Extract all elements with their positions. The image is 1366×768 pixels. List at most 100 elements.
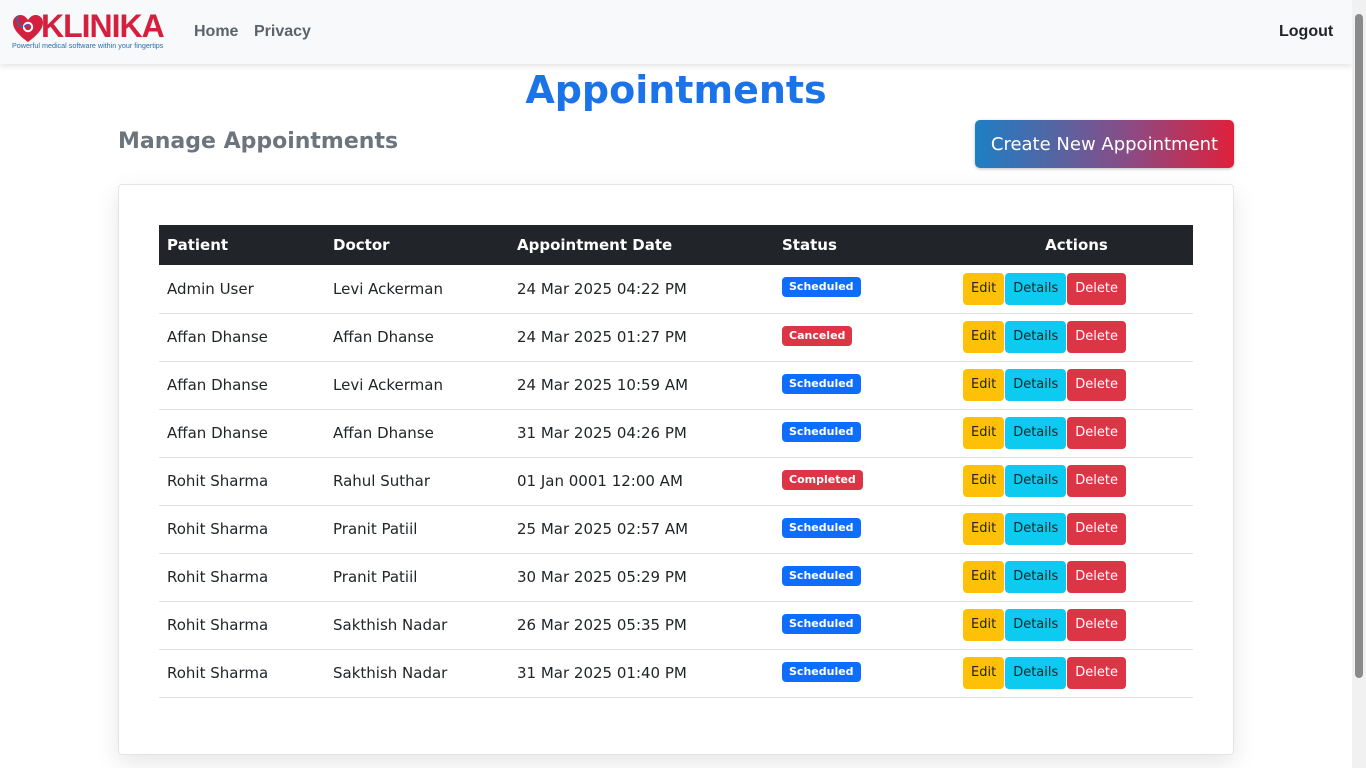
edit-button[interactable]: Edit bbox=[963, 369, 1005, 401]
cell-appointment-date: 01 Jan 0001 12:00 AM bbox=[517, 472, 683, 490]
cell-status: Scheduled bbox=[774, 409, 960, 457]
cell-doctor: Sakthish Nadar bbox=[333, 616, 448, 634]
scrollbar-thumb[interactable] bbox=[1355, 14, 1363, 678]
table-row: Rohit Sharma Pranit Patiil 25 Mar 2025 02:… bbox=[159, 505, 1193, 553]
details-button[interactable]: Details bbox=[1005, 657, 1067, 689]
page-title: Appointments bbox=[525, 68, 827, 112]
delete-button[interactable]: Delete bbox=[1067, 321, 1126, 353]
header-appointment-date: Appointment Date bbox=[517, 236, 673, 254]
cell-status: Scheduled bbox=[774, 553, 960, 601]
delete-button[interactable]: Delete bbox=[1067, 609, 1126, 641]
edit-button[interactable]: Edit bbox=[963, 272, 1005, 305]
cell-patient: Rohit Sharma bbox=[167, 568, 269, 586]
logout-link[interactable]: Logout bbox=[1279, 22, 1333, 42]
cell-actions: Edit Details Delete bbox=[960, 313, 1193, 361]
details-button[interactable]: Details bbox=[1005, 561, 1067, 593]
cell-actions: Edit Details Delete bbox=[960, 457, 1193, 505]
appointments-card: Patient Doctor Appointment Date Status A… bbox=[118, 184, 1234, 755]
brand-name: KLINIKA bbox=[41, 8, 165, 44]
delete-button[interactable]: Delete bbox=[1067, 657, 1126, 689]
appointments-table: Patient Doctor Appointment Date Status A… bbox=[159, 225, 1193, 698]
details-button[interactable]: Details bbox=[1005, 321, 1067, 353]
cell-doctor: Rahul Suthar bbox=[333, 472, 431, 490]
cell-patient: Rohit Sharma bbox=[167, 472, 269, 490]
status-badge: Scheduled bbox=[782, 373, 861, 394]
top-navbar: KLINIKA Powerful medical software within… bbox=[0, 0, 1352, 64]
details-button[interactable]: Details bbox=[1005, 369, 1067, 401]
delete-button[interactable]: Delete bbox=[1067, 369, 1126, 401]
brand-tagline: Powerful medical software within your fi… bbox=[12, 41, 164, 50]
details-button[interactable]: Details bbox=[1005, 417, 1067, 449]
cell-appointment-date: 24 Mar 2025 10:59 AM bbox=[517, 376, 689, 394]
details-button[interactable]: Details bbox=[1005, 272, 1067, 305]
edit-button[interactable]: Edit bbox=[963, 609, 1005, 641]
cell-appointment-date: 31 Mar 2025 04:26 PM bbox=[517, 424, 687, 442]
table-body: Admin User Levi Ackerman 24 Mar 2025 04:22… bbox=[159, 265, 1193, 697]
cell-appointment-date: 24 Mar 2025 04:22 PM bbox=[517, 279, 687, 298]
table-row: Rohit Sharma Rahul Suthar 01 Jan 0001 12:0… bbox=[159, 457, 1193, 505]
details-button[interactable]: Details bbox=[1005, 609, 1067, 641]
cell-patient: Rohit Sharma bbox=[167, 664, 269, 682]
table-row: Rohit Sharma Sakthish Nadar 26 Mar 2025 05… bbox=[159, 601, 1193, 649]
cell-actions: Edit Details Delete bbox=[960, 409, 1193, 457]
header-patient: Patient bbox=[167, 236, 229, 254]
edit-button[interactable]: Edit bbox=[963, 465, 1005, 497]
status-badge: Canceled bbox=[782, 325, 853, 346]
cell-actions: Edit Details Delete bbox=[960, 649, 1193, 697]
table-row: Affan Dhanse Levi Ackerman 24 Mar 2025 10:… bbox=[159, 361, 1193, 409]
edit-button[interactable]: Edit bbox=[963, 561, 1005, 593]
header-status: Status bbox=[782, 236, 837, 254]
cell-status: Scheduled bbox=[774, 649, 960, 697]
table-row: Affan Dhanse Affan Dhanse 24 Mar 2025 01:2… bbox=[159, 313, 1193, 361]
nav-link-home[interactable]: Home bbox=[194, 22, 238, 42]
header-actions: Actions bbox=[1045, 236, 1108, 254]
nav-link-privacy[interactable]: Privacy bbox=[254, 22, 311, 42]
header-doctor: Doctor bbox=[333, 236, 390, 254]
edit-button[interactable]: Edit bbox=[963, 417, 1005, 449]
cell-actions: Edit Details Delete bbox=[960, 601, 1193, 649]
cell-doctor: Pranit Patiil bbox=[333, 568, 418, 586]
cell-patient: Affan Dhanse bbox=[167, 424, 268, 442]
status-badge: Scheduled bbox=[782, 517, 861, 538]
cell-appointment-date: 31 Mar 2025 01:40 PM bbox=[517, 664, 687, 682]
cell-status: Scheduled bbox=[774, 265, 960, 313]
table-row: Rohit Sharma Sakthish Nadar 31 Mar 2025 01… bbox=[159, 649, 1193, 697]
delete-button[interactable]: Delete bbox=[1067, 272, 1126, 305]
cell-actions: Edit Details Delete bbox=[960, 505, 1193, 553]
cell-doctor: Sakthish Nadar bbox=[333, 664, 448, 682]
cell-patient: Rohit Sharma bbox=[167, 520, 269, 538]
edit-button[interactable]: Edit bbox=[963, 657, 1005, 689]
delete-button[interactable]: Delete bbox=[1067, 561, 1126, 593]
cell-status: Scheduled bbox=[774, 361, 960, 409]
cell-patient: Affan Dhanse bbox=[167, 328, 268, 346]
cell-status: Completed bbox=[774, 457, 960, 505]
page-scrollbar[interactable] bbox=[1352, 0, 1366, 768]
status-badge: Completed bbox=[782, 469, 863, 490]
edit-button[interactable]: Edit bbox=[963, 321, 1005, 353]
table-row: Affan Dhanse Affan Dhanse 31 Mar 2025 04:2… bbox=[159, 409, 1193, 457]
delete-button[interactable]: Delete bbox=[1067, 465, 1126, 497]
table-row: Rohit Sharma Pranit Patiil 30 Mar 2025 05:… bbox=[159, 553, 1193, 601]
cell-doctor: Levi Ackerman bbox=[333, 376, 443, 394]
cell-status: Canceled bbox=[774, 313, 960, 361]
section-subtitle: Manage Appointments bbox=[118, 129, 399, 154]
edit-button[interactable]: Edit bbox=[963, 513, 1005, 545]
status-badge: Scheduled bbox=[782, 661, 861, 682]
cell-appointment-date: 30 Mar 2025 05:29 PM bbox=[517, 568, 687, 586]
cell-appointment-date: 26 Mar 2025 05:35 PM bbox=[517, 616, 687, 634]
details-button[interactable]: Details bbox=[1005, 513, 1067, 545]
brand-logo[interactable]: KLINIKA Powerful medical software within… bbox=[11, 8, 171, 54]
cell-doctor: Affan Dhanse bbox=[333, 424, 434, 442]
cell-actions: Edit Details Delete bbox=[960, 553, 1193, 601]
status-badge: Scheduled bbox=[782, 277, 861, 298]
create-appointment-button[interactable]: Create New Appointment bbox=[975, 120, 1234, 168]
cell-appointment-date: 25 Mar 2025 02:57 AM bbox=[517, 520, 689, 538]
cell-patient: Admin User bbox=[167, 279, 254, 298]
delete-button[interactable]: Delete bbox=[1067, 417, 1126, 449]
cell-status: Scheduled bbox=[774, 601, 960, 649]
cell-actions: Edit Details Delete bbox=[960, 265, 1193, 313]
status-badge: Scheduled bbox=[782, 565, 861, 586]
delete-button[interactable]: Delete bbox=[1067, 513, 1126, 545]
cell-status: Scheduled bbox=[774, 505, 960, 553]
details-button[interactable]: Details bbox=[1005, 465, 1067, 497]
